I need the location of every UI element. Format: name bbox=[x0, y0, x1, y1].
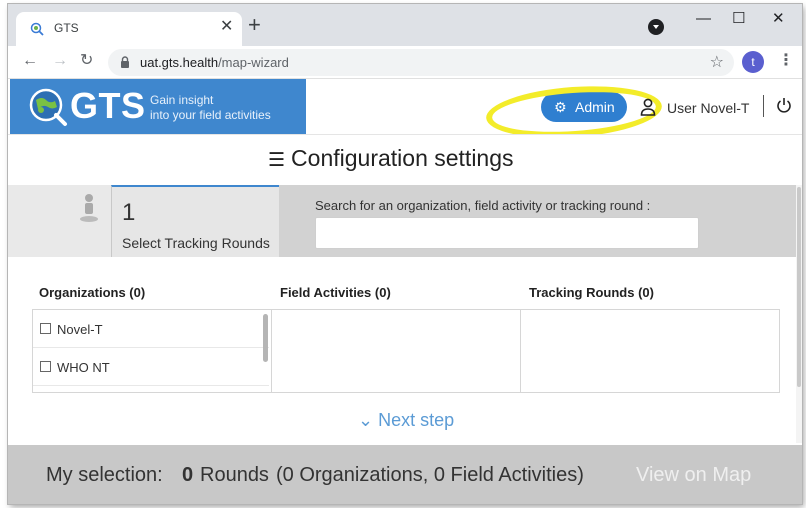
selection-count: 0 bbox=[182, 464, 194, 486]
tracking-rounds-header: Tracking Rounds (0) bbox=[529, 285, 654, 300]
person-pin-icon bbox=[80, 194, 98, 222]
search-label: Search for an organization, field activi… bbox=[315, 198, 651, 213]
browser-tab[interactable]: GTS ✕ bbox=[16, 12, 242, 46]
url-path: /map-wizard bbox=[218, 55, 289, 70]
browser-toolbar: ← → ↻ uat.gts.health/map-wizard ☆ t ⋮ bbox=[8, 46, 802, 79]
selection-detail: (0 Organizations, 0 Field Activities) bbox=[276, 464, 584, 486]
brand-name: GTS bbox=[70, 85, 146, 126]
list-item[interactable]: WHO NT bbox=[33, 348, 269, 386]
power-icon[interactable] bbox=[776, 97, 792, 113]
kebab-menu-icon[interactable]: ⋮ bbox=[778, 50, 794, 72]
address-bar[interactable]: uat.gts.health/map-wizard ☆ bbox=[108, 49, 734, 76]
maximize-button[interactable]: ☐ bbox=[732, 9, 745, 29]
lock-icon bbox=[121, 56, 129, 68]
user-name-link[interactable]: User Novel-T bbox=[667, 100, 749, 116]
step-select-tracking-rounds[interactable]: 1 Select Tracking Rounds bbox=[111, 185, 279, 257]
step-icon-cell bbox=[8, 185, 111, 257]
checkbox[interactable] bbox=[40, 361, 51, 372]
globe-magnifier-logo-icon bbox=[29, 88, 67, 126]
url-text: uat.gts.health/map-wizard bbox=[140, 55, 289, 70]
organizations-header: Organizations (0) bbox=[39, 285, 146, 300]
list-scrollbar[interactable] bbox=[263, 314, 268, 362]
tracking-rounds-list[interactable] bbox=[520, 309, 780, 393]
organizations-list[interactable]: Novel-T WHO NT bbox=[32, 309, 272, 393]
gts-favicon-icon bbox=[30, 22, 44, 36]
page-title: ☰ Configuration settings bbox=[268, 145, 514, 172]
organization-label: Novel-T bbox=[57, 322, 103, 337]
tagline: Gain insight into your field activities bbox=[150, 93, 271, 123]
tagline-line-1: Gain insight bbox=[150, 93, 214, 107]
selection-label: My selection: bbox=[46, 464, 163, 486]
tagline-line-2: into your field activities bbox=[150, 108, 271, 122]
tab-close-icon[interactable]: ✕ bbox=[220, 19, 233, 35]
view-on-map-button[interactable]: View on Map bbox=[636, 464, 751, 487]
reload-icon[interactable]: ↻ bbox=[80, 51, 93, 71]
sliders-icon: ☰ bbox=[268, 150, 286, 171]
next-step-button[interactable]: ⌄ Next step bbox=[358, 410, 454, 431]
tab-title: GTS bbox=[54, 21, 79, 35]
checkbox[interactable] bbox=[40, 323, 51, 334]
close-window-button[interactable]: ✕ bbox=[772, 9, 785, 29]
profile-avatar[interactable]: t bbox=[742, 51, 764, 73]
back-arrow-icon[interactable]: ← bbox=[22, 51, 38, 71]
organization-label: WHO NT bbox=[57, 360, 110, 375]
user-icon bbox=[640, 98, 656, 116]
brand-banner[interactable]: GTS Gain insight into your field activit… bbox=[10, 79, 306, 134]
star-icon[interactable]: ☆ bbox=[710, 52, 724, 72]
field-activities-list[interactable] bbox=[271, 309, 521, 393]
page-scrollbar-thumb[interactable] bbox=[797, 187, 801, 387]
step-label: Select Tracking Rounds bbox=[122, 235, 270, 251]
minimize-button[interactable]: — bbox=[696, 9, 711, 29]
selection-rounds-label: Rounds bbox=[200, 464, 269, 486]
header-divider bbox=[763, 95, 764, 117]
wizard-step-bar: 1 Select Tracking Rounds Search for an o… bbox=[8, 185, 796, 257]
map-wizard-page: ☰ Configuration settings 1 Select Trackin… bbox=[8, 134, 802, 504]
url-host: uat.gts.health bbox=[140, 55, 219, 70]
chevron-down-icon: ⌄ bbox=[358, 410, 374, 430]
selection-bar: My selection: 0 Rounds (0 Organizations,… bbox=[8, 445, 802, 504]
new-tab-button[interactable]: + bbox=[248, 14, 261, 36]
list-item[interactable]: Novel-T bbox=[33, 310, 269, 348]
search-input[interactable] bbox=[315, 217, 699, 249]
field-activities-header: Field Activities (0) bbox=[280, 285, 391, 300]
page-title-text: Configuration settings bbox=[291, 145, 514, 171]
tab-strip: GTS ✕ + — ☐ ✕ bbox=[8, 4, 802, 46]
forward-arrow-icon[interactable]: → bbox=[52, 51, 68, 71]
tab-search-icon[interactable] bbox=[648, 19, 664, 35]
step-number: 1 bbox=[122, 199, 136, 226]
app-header: GTS Gain insight into your field activit… bbox=[8, 79, 802, 144]
next-step-label: Next step bbox=[378, 410, 455, 430]
browser-window: GTS ✕ + — ☐ ✕ ← → ↻ uat.gts.health/map-w… bbox=[8, 4, 802, 504]
